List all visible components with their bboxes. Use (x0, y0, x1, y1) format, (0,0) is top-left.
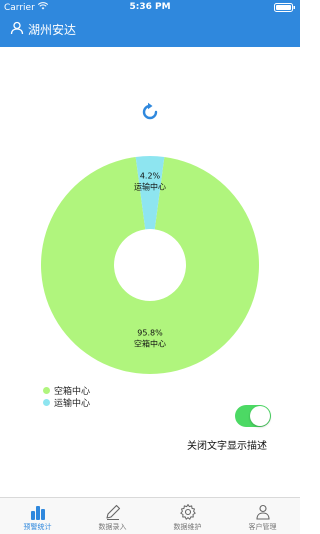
tab-alert-stats[interactable]: 预警统计 (0, 498, 75, 534)
tab-data-maintenance[interactable]: 数据维护 (150, 498, 225, 534)
legend-swatch-empty-center (43, 386, 50, 394)
bar-chart-icon (30, 506, 45, 520)
slice-name: 运输中心 (134, 182, 166, 192)
toggle-label: 关闭文字显示描述 (187, 441, 267, 452)
slice-percent: 95.8% (137, 329, 163, 338)
legend-item-empty-center: 空箱中心 (43, 384, 90, 397)
tab-label: 客户管理 (248, 523, 277, 531)
donut-chart: 95.8% 空箱中心 4.2% 运输中心 (0, 145, 300, 385)
legend-item-transport-center: 运输中心 (43, 396, 91, 409)
gear-icon (179, 504, 196, 520)
pencil-icon (105, 504, 120, 520)
toggle-knob (250, 406, 270, 426)
top-bar: Carrier 5:36 PM 湖州安达 (0, 0, 300, 47)
user-icon (10, 21, 24, 38)
slice-name: 空箱中心 (134, 339, 166, 349)
legend-label-transport-center: 运输中心 (54, 398, 91, 409)
tab-data-entry[interactable]: 数据录入 (75, 498, 150, 534)
status-bar: Carrier 5:36 PM (0, 0, 300, 16)
nav-title: 湖州安达 (28, 23, 77, 37)
user-profile-button[interactable]: 湖州安达 (10, 21, 76, 38)
tab-bar: 预警统计 数据录入 数据维护 客户管理 (0, 497, 300, 534)
battery-icon (274, 3, 296, 12)
slice-percent: 4.2% (140, 172, 161, 181)
donut-chart-svg: 95.8%空箱中心 4.2%运输中心 (40, 156, 259, 374)
status-time: 5:36 PM (129, 2, 171, 12)
text-description-toggle[interactable] (235, 405, 271, 427)
refresh-button[interactable] (139, 101, 161, 123)
tab-customer-management[interactable]: 客户管理 (225, 498, 300, 534)
tab-label: 数据维护 (173, 523, 202, 531)
tab-label: 数据录入 (98, 523, 127, 531)
chart-legend: 空箱中心 运输中心 (43, 384, 91, 409)
refresh-icon (142, 102, 158, 120)
tab-label: 预警统计 (23, 523, 52, 531)
users-icon (255, 504, 270, 520)
nav-bar: 湖州安达 (0, 18, 300, 47)
legend-swatch-transport-center (43, 398, 50, 406)
